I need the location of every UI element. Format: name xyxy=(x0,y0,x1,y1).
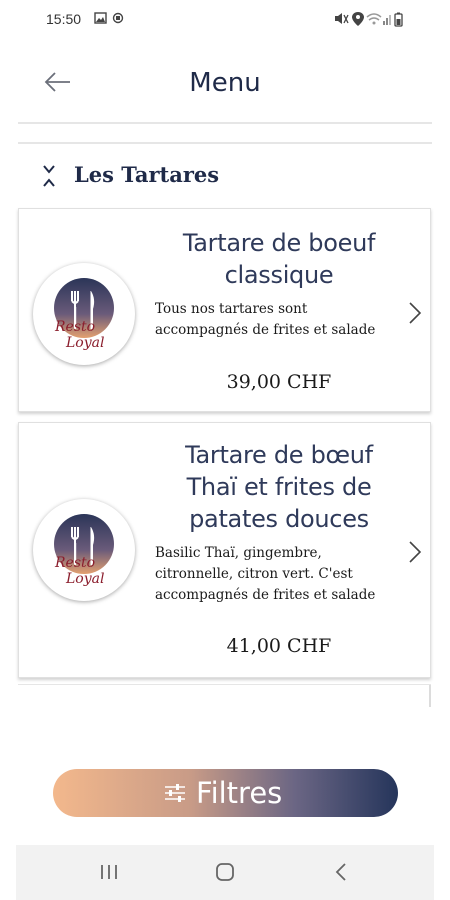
mute-icon xyxy=(335,13,349,24)
home-icon[interactable] xyxy=(212,860,238,884)
section-title: Les Tartares xyxy=(74,162,220,187)
logo-text: Resto xyxy=(54,555,95,571)
divider xyxy=(18,142,432,144)
item-description: Basilic Thaï, gingembre, citronnelle, ci… xyxy=(155,545,376,603)
page-title: Menu xyxy=(189,68,261,98)
status-time: 15:50 xyxy=(46,11,82,27)
battery-icon xyxy=(394,12,403,27)
filters-label: Filtres xyxy=(196,776,283,810)
chevron-right-icon[interactable] xyxy=(408,301,422,325)
collapse-icon[interactable] xyxy=(42,164,56,188)
recents-icon[interactable] xyxy=(96,860,122,884)
logo-text: Loyal xyxy=(65,335,104,351)
logo-text: Resto xyxy=(54,319,95,335)
menu-item-card[interactable]: Resto Loyal Tartare de boeuf classique T… xyxy=(18,208,431,412)
wifi-icon xyxy=(366,13,382,25)
sliders-icon xyxy=(165,784,185,802)
status-left-icons xyxy=(94,12,128,31)
signal-icon xyxy=(383,15,391,25)
chevron-right-icon[interactable] xyxy=(408,540,422,564)
logo-text: Loyal xyxy=(65,571,104,587)
restaurant-logo: Resto Loyal xyxy=(33,499,135,601)
header: Menu xyxy=(0,40,450,125)
item-description: Tous nos tartares sont accompagnés de fr… xyxy=(155,301,376,338)
divider xyxy=(18,122,432,124)
menu-item-card[interactable]: Resto Loyal Tartare de bœuf Thaï et frit… xyxy=(18,422,431,678)
location-icon xyxy=(352,12,364,26)
image-icon xyxy=(94,12,107,24)
back-icon[interactable] xyxy=(328,860,354,884)
restaurant-logo: Resto Loyal xyxy=(33,263,135,365)
system-nav-bar xyxy=(16,845,434,900)
section-header-tartares[interactable]: Les Tartares xyxy=(18,150,432,200)
item-price: 39,00 CHF xyxy=(226,371,332,393)
status-bar: 15:50 xyxy=(0,0,450,40)
next-card-edge xyxy=(18,684,431,708)
status-right-icons xyxy=(334,11,404,32)
sync-icon xyxy=(112,12,124,24)
item-name: Tartare de bœuf Thaï et frites de patate… xyxy=(185,441,373,533)
filters-button[interactable]: Filtres xyxy=(53,769,398,817)
item-price: 41,00 CHF xyxy=(226,635,332,657)
item-name: Tartare de boeuf classique xyxy=(182,229,376,289)
